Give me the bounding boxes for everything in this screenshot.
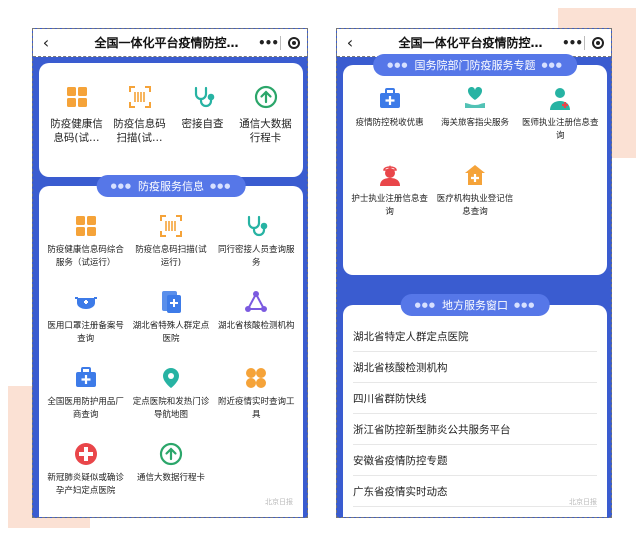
nurse-icon [378,163,402,187]
section-title: 国务院部门防疫服务专题 [414,59,536,72]
clover-icon [244,366,268,390]
section-title-pill: ●●● 防疫服务信息 ●●● [96,175,246,197]
epidemic-service-item[interactable]: 湖北省核酸检测机构 [214,290,299,366]
service-item-label: 通信大数据行程卡 [136,473,205,483]
location-pin-icon [159,366,183,390]
service-item-label: 定点医院和发热门诊导航地图 [132,397,210,420]
pill-dots-left: ●●● [110,182,132,190]
back-icon[interactable]: ‹ [33,33,59,52]
service-item-label: 医疗机构执业登记信息查询 [436,194,514,217]
service-item-label: 全国医用防护用品厂商查询 [47,397,124,420]
service-item-label: 密接自查 [181,118,224,130]
local-service-list-item[interactable]: 湖北省核酸检测机构 [353,352,597,383]
service-item-label: 防疫信息码扫描(试运行) [135,245,207,268]
phone-right: ‹ 全国一体化平台疫情防控… ••• ●●● 国务院部门防疫服务专题 ●●● 疫… [336,28,612,518]
phone-left: ‹ 全国一体化平台疫情防控… ••• 防疫健康信息码(试… 防疫信息码扫描(试… 密… [32,28,308,518]
doctor-icon [548,87,572,111]
mask-icon [74,290,98,314]
back-icon[interactable]: ‹ [337,33,363,52]
service-item-label: 防疫信息码扫描(试… [113,118,166,144]
service-item-label: 湖北省核酸检测机构 [218,321,295,331]
epidemic-service-item[interactable]: 医用口罩注册备案号查询 [43,290,128,366]
state-council-services-card: ●●● 国务院部门防疫服务专题 ●●● 疫情防控税收优惠 海关旅客指尖服务 医师执业… [343,54,607,275]
right-topbar: ‹ 全国一体化平台疫情防控… ••• [337,29,611,57]
right-page-title: 全国一体化平台疫情防控… [398,36,543,50]
service-item-label: 同行密接人员查询服务 [218,245,295,268]
left-topbar: ‹ 全国一体化平台疫情防控… ••• [33,29,307,57]
pill-dots-left: ●●● [414,301,436,309]
network-icon [244,290,268,314]
quick-services-card: 防疫健康信息码(试… 防疫信息码扫描(试… 密接自查 通信大数据行程卡 [39,63,303,177]
section-title: 防疫服务信息 [138,180,204,193]
close-miniapp-icon[interactable] [585,36,611,49]
epidemic-service-item[interactable]: 防疫健康信息码综合服务（试运行） [43,214,128,290]
state-council-service-item[interactable]: 海关旅客指尖服务 [432,87,517,163]
local-services-card: ●●● 地方服务窗口 ●●● 湖北省特定人群定点医院 湖北省核酸检测机构 四川省群防… [343,294,607,517]
barcode-scan-icon [159,214,183,238]
arrow-up-circle-icon [159,442,183,466]
quick-service-item[interactable]: 通信大数据行程卡 [235,85,297,145]
epidemic-service-item[interactable]: 新冠肺炎疑似或确诊孕产妇定点医院 [43,442,128,517]
local-service-list-item[interactable]: 安徽省疫情防控专题 [353,445,597,476]
service-item-label: 防疫健康信息码(试… [50,118,103,144]
epidemic-service-item[interactable]: 通信大数据行程卡 [128,442,213,517]
section-title-pill: ●●● 地方服务窗口 ●●● [400,294,550,316]
service-item-label: 湖北省特殊人群定点医院 [132,321,210,344]
service-item-label: 医师执业注册信息查询 [522,118,599,141]
stethoscope-icon [244,214,268,238]
hospital-icon [463,163,487,187]
service-item-label: 通信大数据行程卡 [239,118,292,144]
watermark: 北京日报 [569,498,597,506]
epidemic-service-item[interactable]: 附近疫情实时查询工具 [214,366,299,442]
service-item-label: 新冠肺炎疑似或确诊孕产妇定点医院 [47,473,124,496]
quick-service-item[interactable]: 密接自查 [172,85,234,145]
barcode-scan-icon [128,85,152,109]
medical-kit-icon [74,366,98,390]
section-title-pill: ●●● 国务院部门防疫服务专题 ●●● [373,54,577,76]
grid-icon [65,85,89,109]
pill-dots-right: ●●● [210,182,232,190]
service-item-label: 附近疫情实时查询工具 [218,397,295,420]
screenshot-stage: ‹ 全国一体化平台疫情防控… ••• 防疫健康信息码(试… 防疫信息码扫描(试… 密… [0,0,644,538]
local-service-list-item[interactable]: 浙江省防控新型肺炎公共服务平台 [353,414,597,445]
service-item-label: 医用口罩注册备案号查询 [47,321,124,344]
more-icon[interactable]: ••• [256,36,280,50]
close-miniapp-icon[interactable] [281,36,307,49]
state-council-service-item[interactable]: 医师执业注册信息查询 [518,87,603,163]
state-council-service-item[interactable]: 护士执业注册信息查询 [347,163,432,239]
more-icon[interactable]: ••• [560,36,584,50]
stethoscope-icon [191,85,215,109]
local-service-list-item[interactable]: 广东省疫情实时动态 [353,476,597,507]
section-title: 地方服务窗口 [442,299,508,312]
pill-dots-right: ●●● [514,301,536,309]
quick-service-item[interactable]: 防疫信息码扫描(试… [109,85,171,145]
red-cross-icon [74,442,98,466]
watermark: 北京日报 [265,498,293,506]
epidemic-services-card: ●●● 防疫服务信息 ●●● 防疫健康信息码综合服务（试运行） 防疫信息码扫描(试… [39,175,303,517]
left-page-title: 全国一体化平台疫情防控… [94,36,239,50]
service-item-label: 护士执业注册信息查询 [351,194,428,217]
grid-icon [74,214,98,238]
local-service-list-item[interactable]: 四川省群防快线 [353,383,597,414]
epidemic-service-item[interactable]: 全国医用防护用品厂商查询 [43,366,128,442]
epidemic-service-item[interactable]: 防疫信息码扫描(试运行) [128,214,213,290]
pill-dots-left: ●●● [387,61,409,69]
document-plus-icon [159,290,183,314]
service-item-label: 海关旅客指尖服务 [440,118,509,128]
heart-hand-icon [463,87,487,111]
state-council-service-item[interactable]: 疫情防控税收优惠 [347,87,432,163]
quick-service-item[interactable]: 防疫健康信息码(试… [46,85,108,145]
pill-dots-right: ●●● [541,61,563,69]
arrow-up-circle-icon [254,85,278,109]
state-council-service-item[interactable]: 医疗机构执业登记信息查询 [432,163,517,239]
epidemic-service-item[interactable]: 湖北省特殊人群定点医院 [128,290,213,366]
epidemic-service-item[interactable]: 同行密接人员查询服务 [214,214,299,290]
service-item-label: 防疫健康信息码综合服务（试运行） [47,245,124,268]
epidemic-service-item[interactable]: 定点医院和发热门诊导航地图 [128,366,213,442]
service-item-label: 疫情防控税收优惠 [355,118,424,128]
medical-kit-icon [378,87,402,111]
local-service-list-item[interactable]: 湖北省特定人群定点医院 [353,321,597,352]
